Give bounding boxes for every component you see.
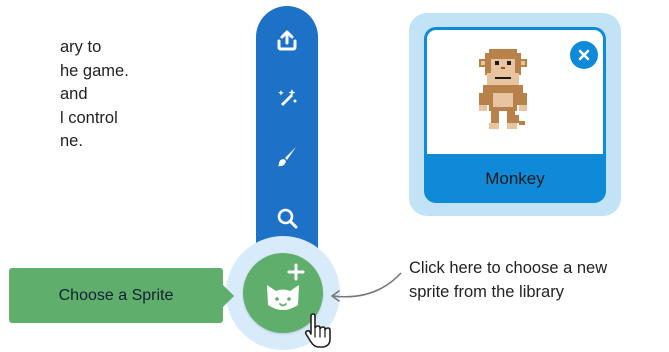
search-sprite-button[interactable] <box>256 198 318 238</box>
paint-button[interactable] <box>256 136 318 176</box>
callout-text: Click here to choose a new sprite from t… <box>409 257 607 304</box>
search-icon <box>277 208 298 229</box>
callout-line: Click here to choose a new <box>409 259 608 277</box>
intro-line: l control <box>60 108 118 127</box>
sprite-menu-strip <box>256 6 318 268</box>
sprite-name: Monkey <box>485 169 545 188</box>
intro-line: he game. <box>60 61 129 80</box>
plus-icon <box>287 263 305 281</box>
upload-sprite-button[interactable] <box>256 20 318 60</box>
choose-sprite-tooltip-label: Choose a Sprite <box>58 286 174 304</box>
intro-text: ary to he game. and l control ne. <box>22 36 172 154</box>
upload-icon <box>277 30 297 51</box>
intro-line: ne. <box>60 132 83 150</box>
delete-sprite-button[interactable] <box>570 41 598 69</box>
intro-line: ary to <box>60 38 102 56</box>
callout-line: sprite from the library <box>409 282 564 301</box>
paint-icon <box>278 147 296 167</box>
surprise-button[interactable] <box>256 78 318 118</box>
surprise-icon <box>278 89 297 106</box>
hand-pointer-icon <box>304 313 331 348</box>
intro-line: and <box>60 85 88 103</box>
close-icon <box>578 49 590 61</box>
choose-sprite-tooltip: Choose a Sprite <box>9 268 234 323</box>
